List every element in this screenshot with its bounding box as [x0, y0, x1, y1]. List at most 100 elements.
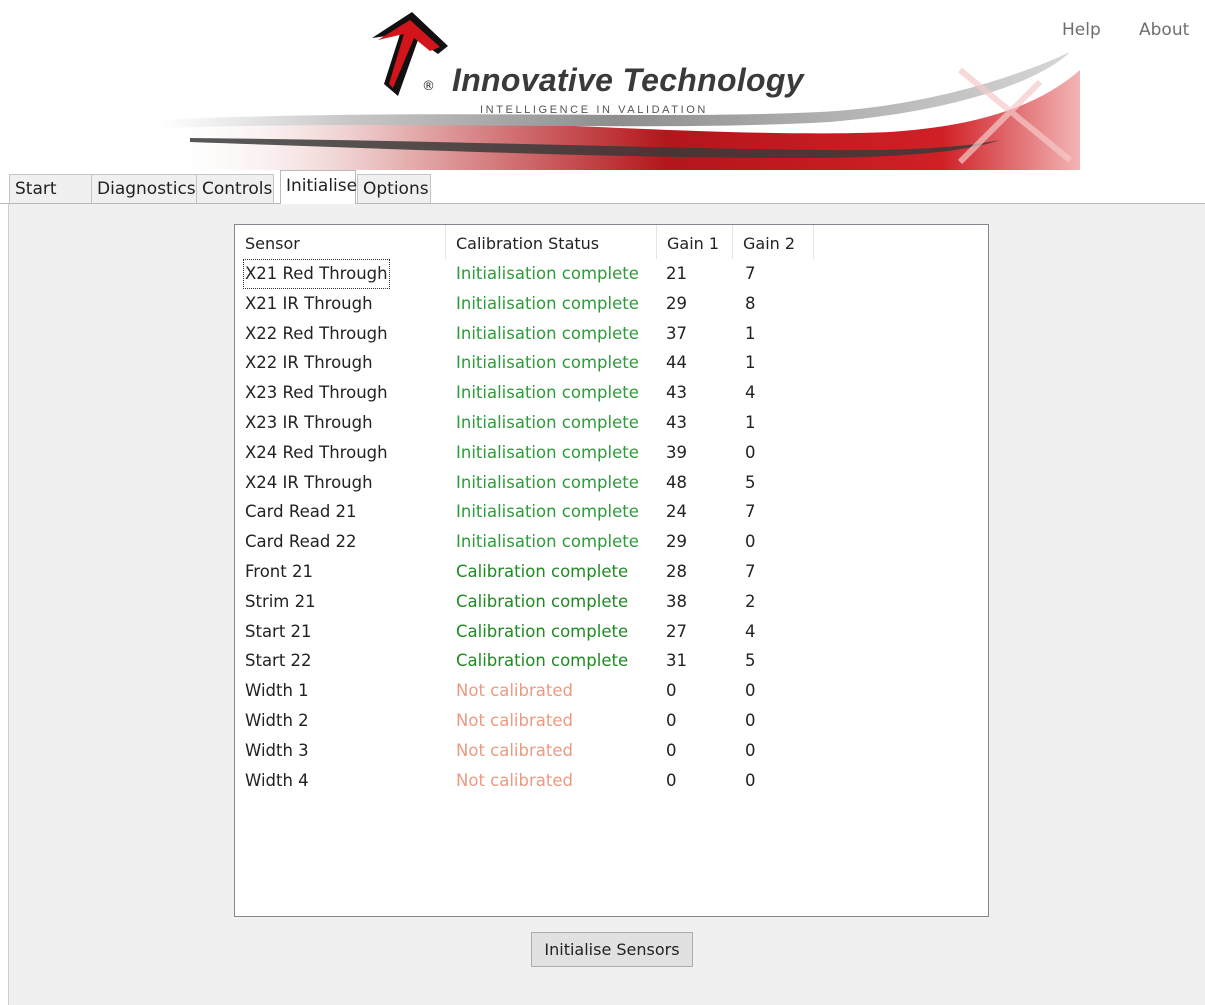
status-cell: Not calibrated: [456, 770, 573, 790]
tab-controls[interactable]: Controls: [196, 174, 274, 203]
registered-mark: ®: [422, 79, 435, 94]
sensor-cell: X21 Red Through: [243, 259, 390, 289]
sensor-cell: X24 Red Through: [245, 442, 388, 462]
gain-2-cell: 0: [745, 711, 756, 730]
status-cell: Calibration complete: [456, 651, 629, 671]
about-link[interactable]: About: [1139, 20, 1189, 40]
status-cell: Initialisation complete: [456, 264, 639, 283]
table-row[interactable]: X22 IR Through Initialisation complete 44 1: [235, 348, 988, 378]
gain-1-cell: 24: [666, 502, 687, 522]
table-row[interactable]: X24 IR Through Initialisation complete 48 5: [235, 468, 988, 498]
sensor-cell: Start 21: [245, 621, 312, 641]
gain-1-cell: 39: [666, 442, 687, 462]
gain-2-cell: 5: [745, 651, 756, 671]
gain-2-cell: 4: [745, 621, 756, 641]
tab-options[interactable]: Options: [357, 174, 431, 203]
status-cell: Initialisation complete: [456, 293, 639, 313]
column-header-gain-1[interactable]: Gain 1: [657, 225, 733, 259]
status-cell: Calibration complete: [456, 621, 629, 641]
table-row[interactable]: Width 4 Not calibrated 0 0: [235, 766, 988, 796]
sensor-cell: X23 IR Through: [245, 413, 373, 432]
table-row[interactable]: Front 21 Calibration complete 28 7: [235, 557, 988, 587]
gain-2-cell: 0: [745, 740, 756, 760]
tab-start[interactable]: Start: [9, 174, 92, 203]
gain-2-cell: 8: [745, 293, 756, 313]
sensor-list[interactable]: Sensor Calibration Status Gain 1 Gain 2 …: [234, 224, 989, 917]
gain-1-cell: 27: [666, 621, 687, 641]
status-cell: Initialisation complete: [456, 353, 639, 373]
gain-1-cell: 44: [666, 353, 687, 373]
gain-1-cell: 21: [666, 264, 687, 283]
table-row[interactable]: X23 IR Through Initialisation complete 43 1: [235, 408, 988, 438]
tab-diagnostics[interactable]: Diagnostics: [91, 174, 197, 203]
gain-2-cell: 0: [745, 442, 756, 462]
table-row[interactable]: X21 IR Through Initialisation complete 29 8: [235, 289, 988, 319]
sensor-cell: X23 Red Through: [245, 383, 388, 403]
table-row[interactable]: X24 Red Through Initialisation complete 39…: [235, 438, 988, 468]
gain-1-cell: 29: [666, 293, 687, 313]
sensor-cell: Width 2: [245, 711, 309, 730]
sensor-cell: Start 22: [245, 651, 312, 671]
sensor-cell: X22 IR Through: [245, 353, 373, 373]
table-row[interactable]: Width 3 Not calibrated 0 0: [235, 736, 988, 766]
table-row[interactable]: Width 1 Not calibrated 0 0: [235, 676, 988, 706]
gain-1-cell: 48: [666, 472, 687, 492]
gain-2-cell: 0: [745, 770, 756, 790]
table-row[interactable]: Card Read 21 Initialisation complete 24 7: [235, 497, 988, 527]
status-cell: Not calibrated: [456, 740, 573, 760]
status-cell: Calibration complete: [456, 591, 629, 611]
initialise-sensors-button[interactable]: Initialise Sensors: [531, 932, 693, 967]
status-cell: Not calibrated: [456, 711, 573, 730]
sensor-cell: Width 3: [245, 740, 309, 760]
gain-2-cell: 4: [745, 383, 756, 403]
table-row[interactable]: X22 Red Through Initialisation complete 37…: [235, 319, 988, 349]
gain-2-cell: 5: [745, 472, 756, 492]
column-header-gain-2[interactable]: Gain 2: [733, 225, 814, 259]
brand-tagline: INTELLIGENCE IN VALIDATION: [480, 104, 708, 116]
sensor-cell: Card Read 22: [245, 532, 357, 552]
gain-2-cell: 7: [745, 502, 756, 522]
sensor-cell: Width 4: [245, 770, 309, 790]
status-cell: Initialisation complete: [456, 383, 639, 403]
gain-1-cell: 0: [666, 681, 677, 701]
sensor-cell: Width 1: [245, 681, 309, 701]
gain-2-cell: 7: [745, 264, 756, 283]
sensor-cell: X21 IR Through: [245, 293, 373, 313]
tab-initialise[interactable]: Initialise: [280, 170, 357, 204]
gain-1-cell: 43: [666, 383, 687, 403]
table-row[interactable]: Width 2 Not calibrated 0 0: [235, 706, 988, 736]
status-cell: Initialisation complete: [456, 442, 639, 462]
status-cell: Initialisation complete: [456, 323, 639, 343]
help-link[interactable]: Help: [1062, 20, 1101, 40]
list-header: Sensor Calibration Status Gain 1 Gain 2: [235, 225, 988, 259]
gain-1-cell: 0: [666, 711, 677, 730]
status-cell: Initialisation complete: [456, 502, 639, 522]
gain-1-cell: 37: [666, 323, 687, 343]
status-cell: Initialisation complete: [456, 532, 639, 552]
gain-1-cell: 28: [666, 562, 687, 581]
table-row[interactable]: X21 Red Through Initialisation complete 21…: [235, 259, 988, 289]
table-row[interactable]: Start 22 Calibration complete 31 5: [235, 646, 988, 676]
gain-1-cell: 31: [666, 651, 687, 671]
app-header: ® Innovative Technology INTELLIGENCE IN …: [0, 0, 1205, 170]
status-cell: Not calibrated: [456, 681, 573, 701]
gain-2-cell: 0: [745, 681, 756, 701]
gain-2-cell: 1: [745, 323, 756, 343]
gain-2-cell: 0: [745, 532, 756, 552]
table-row[interactable]: Card Read 22 Initialisation complete 29 0: [235, 527, 988, 557]
gain-2-cell: 7: [745, 562, 756, 581]
tab-bar: Start Diagnostics Controls Initialise Op…: [0, 170, 1205, 204]
gain-2-cell: 2: [745, 591, 756, 611]
status-cell: Initialisation complete: [456, 472, 639, 492]
gain-1-cell: 0: [666, 770, 677, 790]
table-row[interactable]: Start 21 Calibration complete 27 4: [235, 617, 988, 647]
gain-2-cell: 1: [745, 353, 756, 373]
column-header-sensor[interactable]: Sensor: [235, 225, 446, 259]
innovative-technology-logo-icon: [372, 12, 448, 96]
table-row[interactable]: Strim 21 Calibration complete 38 2: [235, 587, 988, 617]
table-row[interactable]: X23 Red Through Initialisation complete 43…: [235, 378, 988, 408]
sensor-cell: Strim 21: [245, 591, 316, 611]
gain-1-cell: 43: [666, 413, 687, 432]
brand-name: Innovative Technology: [452, 62, 804, 98]
column-header-calibration-status[interactable]: Calibration Status: [446, 225, 657, 259]
